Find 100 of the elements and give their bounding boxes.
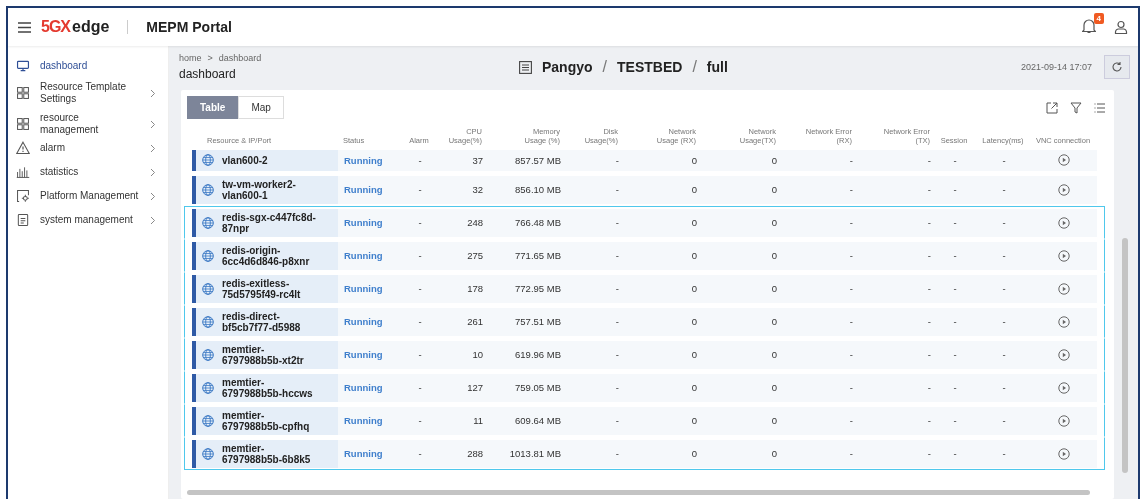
sidebar-label: Platform Management [40, 190, 140, 202]
disk-cell-text: - [614, 250, 620, 261]
error-rx-cell-text: - [848, 382, 854, 393]
network-tx-cell-text: 0 [770, 250, 778, 261]
latency-cell-text: - [1001, 184, 1007, 195]
table-row[interactable]: memtier-6797988b5b-cpfhq Running - 11 609.64 MB - 0 0 - - - - [184, 404, 1105, 437]
network-rx-cell-text: 0 [690, 184, 698, 195]
disk-cell-text: - [614, 184, 620, 195]
sidebar-item[interactable]: system management [8, 208, 168, 232]
path-separator: / [602, 58, 608, 76]
sidebar-item[interactable]: dashboard [8, 54, 168, 78]
table-row[interactable]: redis-sgx-c447fc8d-87npr Running - 248 766.48 MB - 0 0 - - - - [184, 206, 1105, 239]
error-rx-cell-text: - [848, 448, 854, 459]
timestamp: 2021-09-14 17:07 [1020, 62, 1092, 72]
cpu-cell-text: 10 [471, 349, 484, 360]
alarm-cell-text: - [417, 349, 423, 360]
page-title: dashboard [179, 67, 237, 81]
status-cell-text: Running [343, 415, 384, 426]
sidebar-item[interactable]: Platform Management [8, 184, 168, 208]
sidebar-label: system management [40, 214, 134, 226]
location-label: Pangyo [542, 59, 593, 75]
table-row[interactable]: redis-origin-6cc4d6d846-p8xnr Running - 275 771.65 MB - 0 0 - - - - [184, 239, 1105, 272]
resource-name: redis-origin-6cc4d6d846-p8xnr [222, 244, 311, 267]
table-row[interactable]: memtier-6797988b5b-6b8k5 Running - 288 1013.81 MB - 0 0 - - - - [184, 437, 1105, 470]
network-tx-cell-text: 0 [770, 316, 778, 327]
notification-badge: 4 [1093, 13, 1104, 24]
error-rx-cell-text: - [848, 415, 854, 426]
resource-name: redis-direct-bf5cb7f77-d5988 [222, 310, 302, 333]
resource-name: memtier-6797988b5b-6b8k5 [222, 442, 312, 465]
breadcrumb-link[interactable]: home [179, 53, 202, 63]
error-rx-cell-text: - [848, 250, 854, 261]
status-cell-text: Running [343, 382, 384, 393]
network-rx-cell-text: 0 [690, 448, 698, 459]
disk-cell-text: - [614, 382, 620, 393]
network-tx-cell-text: 0 [770, 349, 778, 360]
sidebar-item[interactable]: alarm [8, 136, 168, 160]
network-tx-cell-text: 0 [770, 415, 778, 426]
status-cell-text: Running [343, 316, 384, 327]
latency-cell-text: - [1001, 316, 1007, 327]
disk-cell-text: - [614, 316, 620, 327]
resource-name: memtier-6797988b5b-xt2tr [222, 343, 305, 366]
location-label: TESTBED [617, 59, 683, 75]
sidebar-item[interactable]: statistics [8, 160, 168, 184]
memory-cell-text: 766.48 MB [514, 217, 562, 228]
disk-cell-text: - [614, 448, 620, 459]
session-cell-text: - [952, 283, 958, 294]
location-label: full [706, 59, 728, 75]
table-row[interactable]: redis-exitless-75d5795f49-rc4lt Running - 178 772.95 MB - 0 0 - - - - [184, 272, 1105, 305]
network-rx-cell-text: 0 [690, 349, 698, 360]
error-rx-cell-text: - [848, 184, 854, 195]
latency-cell-text: - [1001, 250, 1007, 261]
cpu-cell-text: 288 [466, 448, 484, 459]
alarm-cell-text: - [417, 382, 423, 393]
error-tx-cell-text: - [926, 217, 932, 228]
sidebar-label: dashboard [40, 60, 89, 72]
status-cell-text: Running [343, 154, 384, 166]
error-tx-cell-text: - [926, 154, 932, 166]
network-rx-cell-text: 0 [690, 283, 698, 294]
view-tab[interactable]: Table [187, 96, 239, 119]
table-row[interactable]: memtier-6797988b5b-hccws Running - 127 759.05 MB - 0 0 - - - - [184, 371, 1105, 404]
cpu-cell-text: 261 [466, 316, 484, 327]
network-tx-cell-text: 0 [770, 217, 778, 228]
network-rx-cell-text: 0 [690, 217, 698, 228]
alarm-cell-text: - [417, 184, 423, 195]
latency-cell-text: - [1001, 217, 1007, 228]
error-rx-cell-text: - [848, 316, 854, 327]
latency-cell-text: - [1001, 154, 1007, 166]
resource-name: memtier-6797988b5b-hccws [222, 376, 314, 399]
view-tab[interactable]: Map [238, 96, 284, 119]
sidebar-label: statistics [40, 166, 80, 178]
memory-cell-text: 1013.81 MB [508, 448, 562, 459]
cpu-cell-text: 178 [466, 283, 484, 294]
session-cell-text: - [952, 316, 958, 327]
cpu-cell-text: 127 [466, 382, 484, 393]
table-row[interactable]: redis-direct-bf5cb7f77-d5988 Running - 261 757.51 MB - 0 0 - - - - [184, 305, 1105, 338]
memory-cell-text: 772.95 MB [514, 283, 562, 294]
table-row[interactable]: memtier-6797988b5b-xt2tr Running - 10 619.96 MB - 0 0 - - - - [184, 338, 1105, 371]
session-cell-text: - [952, 349, 958, 360]
sidebar-item[interactable]: Resource Template Settings [8, 78, 168, 108]
disk-cell-text: - [614, 154, 620, 166]
breadcrumb-separator: > [207, 53, 213, 63]
session-cell-text: - [952, 382, 958, 393]
breadcrumb-link[interactable]: dashboard [218, 53, 262, 63]
path-separator: / [692, 58, 697, 76]
error-tx-cell-text: - [926, 349, 932, 360]
sidebar-label: resource management [40, 112, 100, 136]
network-rx-cell-text: 0 [690, 154, 698, 166]
error-tx-cell-text: - [926, 184, 932, 195]
session-cell-text: - [952, 415, 958, 426]
network-tx-cell-text: 0 [770, 154, 778, 166]
latency-cell-text: - [1001, 415, 1007, 426]
disk-cell-text: - [614, 283, 620, 294]
cpu-cell-text: 37 [471, 154, 484, 166]
latency-cell-text: - [1001, 448, 1007, 459]
sidebar-item[interactable]: resource management [8, 112, 168, 136]
status-cell-text: Running [343, 283, 384, 294]
session-cell-text: - [952, 154, 958, 166]
network-tx-cell-text: 0 [770, 184, 778, 195]
network-tx-cell-text: 0 [770, 448, 778, 459]
error-rx-cell-text: - [848, 349, 854, 360]
